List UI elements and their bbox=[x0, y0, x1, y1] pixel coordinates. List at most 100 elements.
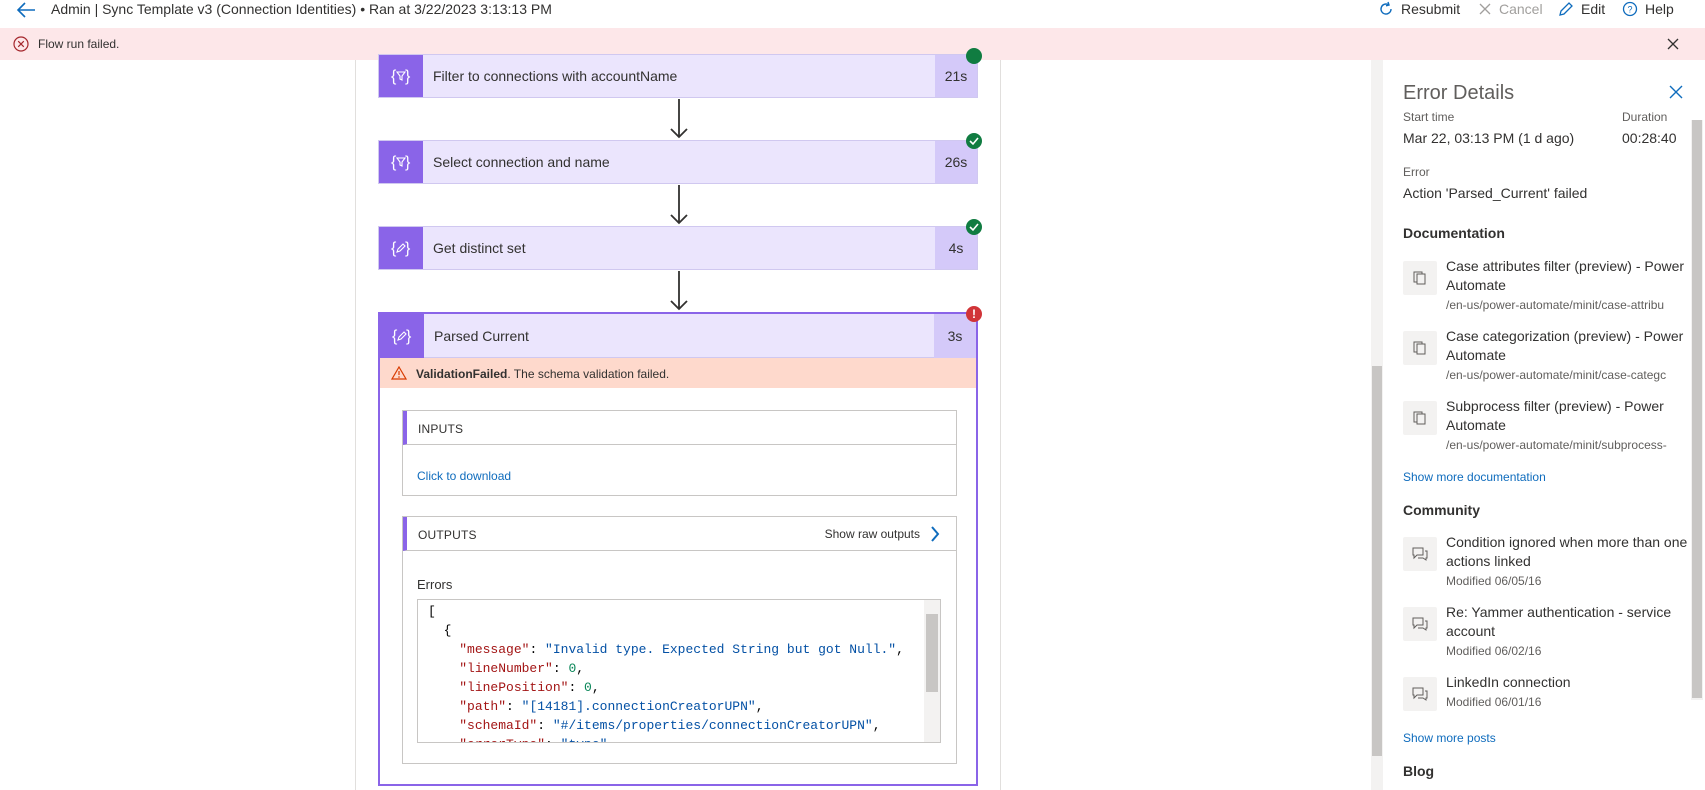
doc-link-item[interactable]: Case categorization (preview) - Power Au… bbox=[1403, 327, 1690, 387]
document-icon bbox=[1403, 331, 1437, 365]
post-title: Re: Yammer authentication - service acco… bbox=[1446, 604, 1672, 639]
svg-text:}: } bbox=[405, 68, 411, 85]
pencil-icon bbox=[1559, 2, 1573, 16]
step-label: Parsed Current bbox=[434, 328, 529, 344]
show-more-posts-link[interactable]: Show more posts bbox=[1403, 731, 1496, 745]
close-banner-icon[interactable] bbox=[1665, 36, 1681, 52]
doc-link-item[interactable]: Case attributes filter (preview) - Power… bbox=[1403, 257, 1690, 317]
svg-text:}: } bbox=[406, 328, 412, 345]
svg-text:{: { bbox=[392, 328, 398, 345]
panel-scrollbar-thumb[interactable] bbox=[1692, 120, 1702, 698]
cancel-label: Cancel bbox=[1499, 1, 1543, 17]
document-icon bbox=[1403, 401, 1437, 435]
step-card-parsed-current: {} Parsed Current 3s ValidationFailed. T… bbox=[378, 312, 978, 786]
validation-message: ValidationFailed. The schema validation … bbox=[416, 367, 669, 381]
doc-url: /en-us/power-automate/minit/subprocess- bbox=[1446, 438, 1667, 452]
code-scrollbar[interactable] bbox=[924, 600, 940, 742]
help-button[interactable]: ? Help bbox=[1622, 0, 1674, 18]
connector-arrow-icon bbox=[670, 99, 688, 139]
error-value: Action 'Parsed_Current' failed bbox=[1403, 185, 1588, 201]
code-scrollbar-thumb[interactable] bbox=[926, 614, 938, 692]
blog-heading: Blog bbox=[1403, 763, 1435, 779]
back-arrow-icon[interactable] bbox=[16, 1, 40, 21]
community-heading: Community bbox=[1403, 502, 1480, 518]
errors-code-viewer[interactable]: [ { "message": "Invalid type. Expected S… bbox=[417, 599, 941, 743]
success-check-icon bbox=[966, 219, 982, 235]
chat-bubble-icon bbox=[1403, 607, 1437, 641]
doc-title: Case categorization (preview) - Power Au… bbox=[1446, 328, 1684, 363]
community-post-item[interactable]: Condition ignored when more than one act… bbox=[1403, 533, 1690, 593]
close-panel-icon[interactable] bbox=[1668, 84, 1684, 100]
warning-icon bbox=[391, 366, 407, 380]
edit-button[interactable]: Edit bbox=[1558, 0, 1605, 18]
errors-json: [ { "message": "Invalid type. Expected S… bbox=[428, 604, 904, 742]
svg-text:}: } bbox=[405, 154, 411, 171]
documentation-heading: Documentation bbox=[1403, 225, 1505, 241]
svg-text:{: { bbox=[391, 154, 397, 171]
resubmit-label: Resubmit bbox=[1401, 1, 1461, 17]
canvas-scrollbar[interactable] bbox=[1371, 60, 1383, 790]
data-operation-icon: {} bbox=[379, 141, 423, 183]
step-card-select[interactable]: {} Select connection and name 26s bbox=[378, 140, 978, 184]
refresh-icon bbox=[1380, 1, 1392, 15]
post-modified: Modified 06/05/16 bbox=[1446, 574, 1542, 588]
svg-text:{: { bbox=[391, 240, 397, 257]
help-label: Help bbox=[1645, 1, 1674, 17]
duration-value: 00:28:40 bbox=[1622, 130, 1677, 146]
outputs-title: OUTPUTS bbox=[418, 528, 477, 542]
chat-bubble-icon bbox=[1403, 677, 1437, 711]
start-time-label: Start time bbox=[1403, 110, 1455, 124]
outputs-header: OUTPUTS Show raw outputs bbox=[403, 517, 956, 551]
start-time-value: Mar 22, 03:13 PM (1 d ago) bbox=[1403, 130, 1575, 146]
click-to-download-link[interactable]: Click to download bbox=[417, 469, 511, 483]
canvas-scrollbar-thumb[interactable] bbox=[1372, 366, 1382, 756]
flow-run-title: Admin | Sync Template v3 (Connection Ide… bbox=[51, 1, 552, 17]
step-card-filter[interactable]: {} Filter to connections with accountNam… bbox=[378, 54, 978, 98]
svg-text:{: { bbox=[391, 68, 397, 85]
edit-label: Edit bbox=[1581, 1, 1606, 17]
step-label: Select connection and name bbox=[433, 154, 610, 170]
doc-url: /en-us/power-automate/minit/case-attribu bbox=[1446, 298, 1665, 312]
svg-text:?: ? bbox=[1627, 5, 1632, 15]
chevron-right-icon bbox=[931, 526, 940, 542]
panel-scrollbar[interactable] bbox=[1691, 120, 1703, 700]
validation-error-bar: ValidationFailed. The schema validation … bbox=[380, 358, 976, 388]
banner-message: Flow run failed. bbox=[38, 37, 120, 51]
command-bar: Admin | Sync Template v3 (Connection Ide… bbox=[0, 0, 1705, 28]
connector-arrow-icon bbox=[670, 271, 688, 311]
post-modified: Modified 06/01/16 bbox=[1446, 695, 1542, 709]
success-check-icon bbox=[966, 48, 982, 64]
post-title: Condition ignored when more than one act… bbox=[1446, 534, 1688, 569]
post-title: LinkedIn connection bbox=[1446, 674, 1571, 690]
error-text: . The schema validation failed. bbox=[507, 367, 670, 381]
failed-alert-icon: ! bbox=[966, 306, 982, 322]
success-check-icon bbox=[966, 133, 982, 149]
compose-icon: {} bbox=[380, 314, 424, 358]
step-card-distinct[interactable]: {} Get distinct set 4s bbox=[378, 226, 978, 270]
show-raw-outputs-button[interactable]: Show raw outputs bbox=[825, 526, 940, 542]
post-modified: Modified 06/02/16 bbox=[1446, 644, 1542, 658]
data-operation-icon: {} bbox=[379, 55, 423, 97]
show-raw-outputs-label: Show raw outputs bbox=[824, 527, 920, 541]
step-header[interactable]: {} Parsed Current 3s bbox=[380, 314, 976, 358]
error-details-panel: Error Details Start time Duration Mar 22… bbox=[1384, 60, 1690, 790]
cancel-button[interactable]: Cancel bbox=[1478, 0, 1543, 18]
step-label: Get distinct set bbox=[433, 240, 526, 256]
cancel-x-icon bbox=[1479, 3, 1491, 15]
compose-icon: {} bbox=[379, 227, 423, 269]
show-more-documentation-link[interactable]: Show more documentation bbox=[1403, 470, 1546, 484]
step-label: Filter to connections with accountName bbox=[433, 68, 678, 84]
inputs-section: INPUTS Click to download bbox=[402, 410, 957, 496]
help-icon: ? bbox=[1622, 1, 1638, 17]
svg-text:}: } bbox=[405, 240, 411, 257]
canvas-column-border bbox=[1000, 60, 1001, 790]
outputs-section: OUTPUTS Show raw outputs Errors [ { "mes… bbox=[402, 516, 957, 764]
community-post-item[interactable]: LinkedIn connection Modified 06/01/16 bbox=[1403, 673, 1690, 733]
doc-title: Subprocess filter (preview) - Power Auto… bbox=[1446, 398, 1664, 433]
error-circle-icon bbox=[13, 36, 29, 52]
inputs-title: INPUTS bbox=[418, 422, 464, 436]
resubmit-button[interactable]: Resubmit bbox=[1378, 0, 1460, 18]
community-post-item[interactable]: Re: Yammer authentication - service acco… bbox=[1403, 603, 1690, 663]
doc-link-item[interactable]: Subprocess filter (preview) - Power Auto… bbox=[1403, 397, 1690, 457]
doc-title: Case attributes filter (preview) - Power… bbox=[1446, 258, 1685, 293]
